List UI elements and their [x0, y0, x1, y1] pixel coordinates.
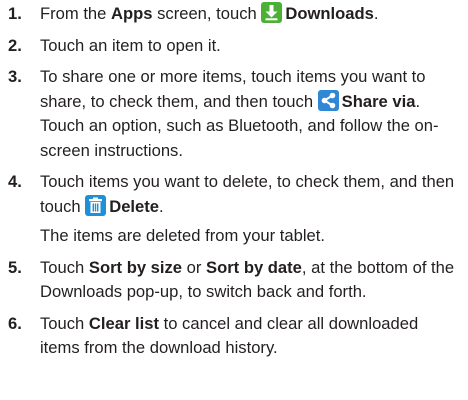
step-text: From the	[40, 4, 112, 23]
step-number: 4.	[8, 172, 22, 191]
downloads-label: Downloads	[285, 4, 374, 23]
step-text: screen, touch	[152, 4, 262, 23]
step-text: Touch an item to open it.	[40, 35, 221, 55]
step-1: 1. From the Apps screen, touch Downloads…	[4, 2, 462, 27]
step-text: .	[373, 4, 379, 23]
step-5: 5. Touch Sort by size or Sort by date, a…	[4, 256, 462, 305]
share-icon	[317, 89, 339, 111]
delete-label: Delete	[109, 196, 160, 216]
step-text: .	[159, 196, 164, 216]
step-text: Touch	[40, 257, 89, 277]
trash-icon	[85, 194, 107, 216]
download-icon	[261, 2, 283, 23]
clear-list-label: Clear list	[88, 313, 159, 333]
step-6: 6. Touch Clear list to cancel and clear …	[4, 312, 462, 361]
step-text: or	[182, 257, 207, 277]
step-4-note: The items are deleted from your tablet.	[40, 226, 325, 245]
step-number: 3.	[8, 67, 22, 86]
instructions-page: 1. From the Apps screen, touch Downloads…	[0, 0, 468, 400]
step-2: 2. Touch an item to open it.	[4, 34, 462, 59]
step-text: Touch	[40, 313, 89, 333]
step-3: 3. To share one or more items, touch ite…	[4, 65, 462, 163]
apps-label: Apps	[111, 4, 153, 23]
step-number: 1.	[8, 4, 22, 23]
step-number: 6.	[8, 313, 22, 333]
sort-by-size-label: Sort by size	[88, 257, 183, 277]
step-number: 5.	[8, 257, 22, 277]
sort-by-date-label: Sort by date	[206, 257, 302, 277]
share-via-label: Share via	[341, 91, 416, 111]
step-number: 2.	[8, 35, 22, 55]
step-4: 4. Touch items you want to delete, to ch…	[4, 170, 462, 249]
